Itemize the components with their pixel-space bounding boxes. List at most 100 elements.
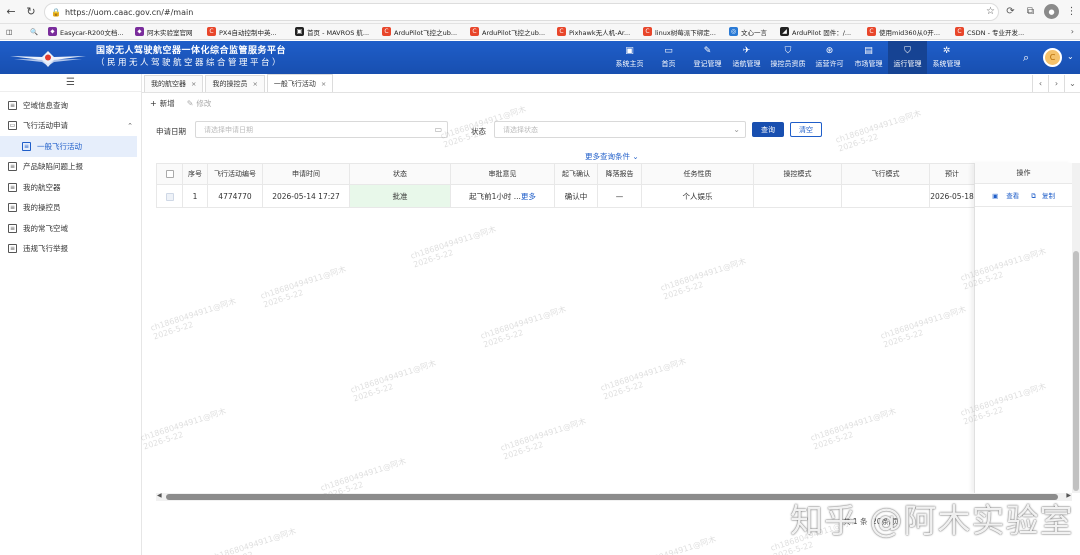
back-icon[interactable]: ← [2,3,20,21]
csdn-icon: C [470,27,479,36]
sidebar-item-my-aircraft[interactable]: ≡ 我的航空器 [0,177,141,198]
user-avatar[interactable]: C [1043,48,1062,67]
query-button[interactable]: 查询 [752,122,784,137]
cell-task: 个人娱乐 [641,184,754,208]
cell-time: 2026-05-14 17:27 [262,184,350,208]
watermark-text: ch18680494911@阿木2026-5-22 [149,296,238,342]
monitor-icon: ▭ [664,46,673,56]
operation-icon: ⛉ [904,46,911,56]
bookmark-item[interactable]: C PX4自动控制中英... [207,24,289,40]
bookmark-item[interactable]: ⬥ Easycar-R200文档... [48,24,130,40]
copy-link[interactable]: ⧉ 复制 [1028,190,1058,201]
search-icon[interactable]: ⌕ [1023,51,1029,65]
bookmark-item[interactable]: ⬥ 阿木实验室官网 [135,24,200,40]
csdn-icon: C [643,27,652,36]
bookmarks-bar: ◫ 🔍 ⬥ Easycar-R200文档... ⬥ 阿木实验室官网 C PX4自动控制… [0,24,1080,40]
extensions-icon[interactable]: ⟳ [1003,4,1018,19]
edit-button[interactable]: ✎ 修改 [187,98,212,109]
cell-landing: — [597,184,642,208]
collections-icon[interactable]: ⧉ [1023,4,1038,19]
cell-opinion: 起飞前1小时 ...更多 [450,184,555,208]
sidebar-item-my-operators[interactable]: ≡ 我的操控员 [0,198,141,219]
watermark-text: ch18680494911@阿木2026-5-22 [659,256,748,302]
chevron-down-icon[interactable]: ⌄ [1067,52,1074,61]
bookmark-item[interactable]: ◎ 文心一言 [729,24,774,40]
close-icon[interactable]: × [321,80,326,88]
nav-market[interactable]: ▤ 市场管理 [849,41,888,74]
reset-button[interactable]: 清空 [790,122,822,137]
select-all-cell[interactable] [156,163,183,185]
column-header: 操作 [975,163,1072,184]
nav-operation-license[interactable]: ⊛ 运营许可 [810,41,849,74]
wenxin-icon: ◎ [729,27,738,36]
row-select-cell[interactable] [156,184,183,208]
opinion-more-link[interactable]: 更多 [521,192,536,201]
sidebar-item-flight-application[interactable]: ▭ 飞行活动申请 ⌃ [0,116,141,137]
reload-icon[interactable]: ↻ [22,3,40,21]
address-bar[interactable]: 🔒 https://uom.caac.gov.cn/#/main [44,3,999,21]
search-icon[interactable]: 🔍 [30,24,42,40]
bookmark-item[interactable]: ▣ 首页 - MAVROS 航... [295,24,375,40]
car-icon: ⬥ [48,27,57,36]
tab-menu-icon[interactable]: ⌄ [1064,75,1080,92]
scroll-left-icon[interactable]: ◀ [157,492,162,499]
bookmark-item[interactable]: C Pixhawk无人机-Ar... [557,24,637,40]
scroll-thumb[interactable] [1073,251,1079,491]
nav-register[interactable]: ✎ 登记管理 [688,41,727,74]
tab-scroll-controls: ‹ › ⌄ [1032,75,1080,92]
bookmark-item[interactable]: C 使用mid360从0开... [867,24,949,40]
vertical-scrollbar[interactable] [1072,163,1080,493]
column-header: 申请时间 [262,163,350,185]
nav-home[interactable]: ▭ 首页 [649,41,688,74]
chevron-left-icon[interactable]: ‹ [1032,75,1048,92]
sidebar-item-my-airspace[interactable]: ≡ 我的常飞空域 [0,218,141,239]
row-checkbox[interactable] [165,192,174,201]
tab-my-aircraft[interactable]: 我的航空器 × [144,75,204,92]
plus-icon: + [150,99,157,108]
bookmarks-overflow-icon[interactable]: › [1071,27,1074,36]
more-conditions-link[interactable]: 更多查询条件 ⌄ [585,151,639,162]
more-menu-icon[interactable]: ⋮ [1064,4,1079,19]
cell-flight-mode [841,184,930,208]
tab-my-operators[interactable]: 我的操控员 × [205,75,265,92]
status-filter-select[interactable]: 请选择状态 ⌄ [494,121,746,138]
date-filter-input[interactable]: 请选择申请日期 ▭ [195,121,448,138]
bookmark-item[interactable]: C CSDN - 专业开发... [955,24,1035,40]
close-icon[interactable]: × [191,80,196,88]
select-all-checkbox[interactable] [165,170,174,178]
watermark-text: ch18680494911@阿木2026-5-22 [879,304,968,350]
sidebar-item-violation-report[interactable]: ≡ 违规飞行举报 [0,239,141,260]
license-icon: ⊛ [825,46,834,56]
add-button[interactable]: + 新增 [150,98,175,109]
bookmark-item[interactable]: ◢ ArduPilot 固件：/... [780,24,860,40]
app-header: 国家无人驾驶航空器一体化综合监管服务平台 （民用无人驾驶航空器综合管理平台） ▣… [0,41,1080,74]
csdn-icon: C [382,27,391,36]
chevron-right-icon[interactable]: › [1048,75,1064,92]
menu-toggle-icon[interactable]: ☰ [0,74,141,92]
watermark-text: ch18680494911@阿木2026-5-22 [209,526,298,555]
close-icon[interactable]: × [252,80,257,88]
nav-system-settings[interactable]: ✲ 系统管理 [927,41,966,74]
bookmark-item[interactable]: C ArduPilot飞控之ub... [470,24,552,40]
nav-operator-qualification[interactable]: ⛉ 操控员资质 [766,41,810,74]
document-icon: ≡ [8,203,17,213]
bookmark-item[interactable]: C ArduPilot飞控之ub... [382,24,464,40]
sidebar-item-general-flight[interactable]: ≡ 一般飞行活动 [0,136,137,157]
sidebar-item-defect-report[interactable]: ≡ 产品缺陷问题上报 [0,157,141,178]
nav-airworthiness[interactable]: ✈ 适航管理 [727,41,766,74]
view-link[interactable]: ▣ 查看 [989,190,1022,200]
profile-avatar-icon[interactable]: ● [1044,4,1059,19]
watermark-text: ch18680494911@阿木2026-5-22 [259,264,348,310]
column-header: 操控模式 [753,163,842,185]
nav-operation[interactable]: ⛉ 运行管理 [888,41,927,74]
register-icon: ✎ [703,46,712,56]
tab-general-flight[interactable]: 一般飞行活动 × [266,74,334,92]
reading-view-icon[interactable]: ◫ [6,24,18,40]
sidebar-item-airspace-query[interactable]: ≡ 空域信息查询 [0,95,141,116]
table-row[interactable]: 1 4774770 2026-05-14 17:27 批准 起飞前1小时 ...… [156,184,975,208]
bookmark-item[interactable]: Clinux树莓派下绑定... [643,24,721,40]
favorite-star-icon[interactable]: ☆ [983,4,998,19]
zhihu-watermark: 知乎 @阿木实验室 [790,501,1074,540]
watermark-text: ch18680494911@阿木2026-5-22 [599,356,688,402]
nav-system-home[interactable]: ▣ 系统主页 [610,41,649,74]
